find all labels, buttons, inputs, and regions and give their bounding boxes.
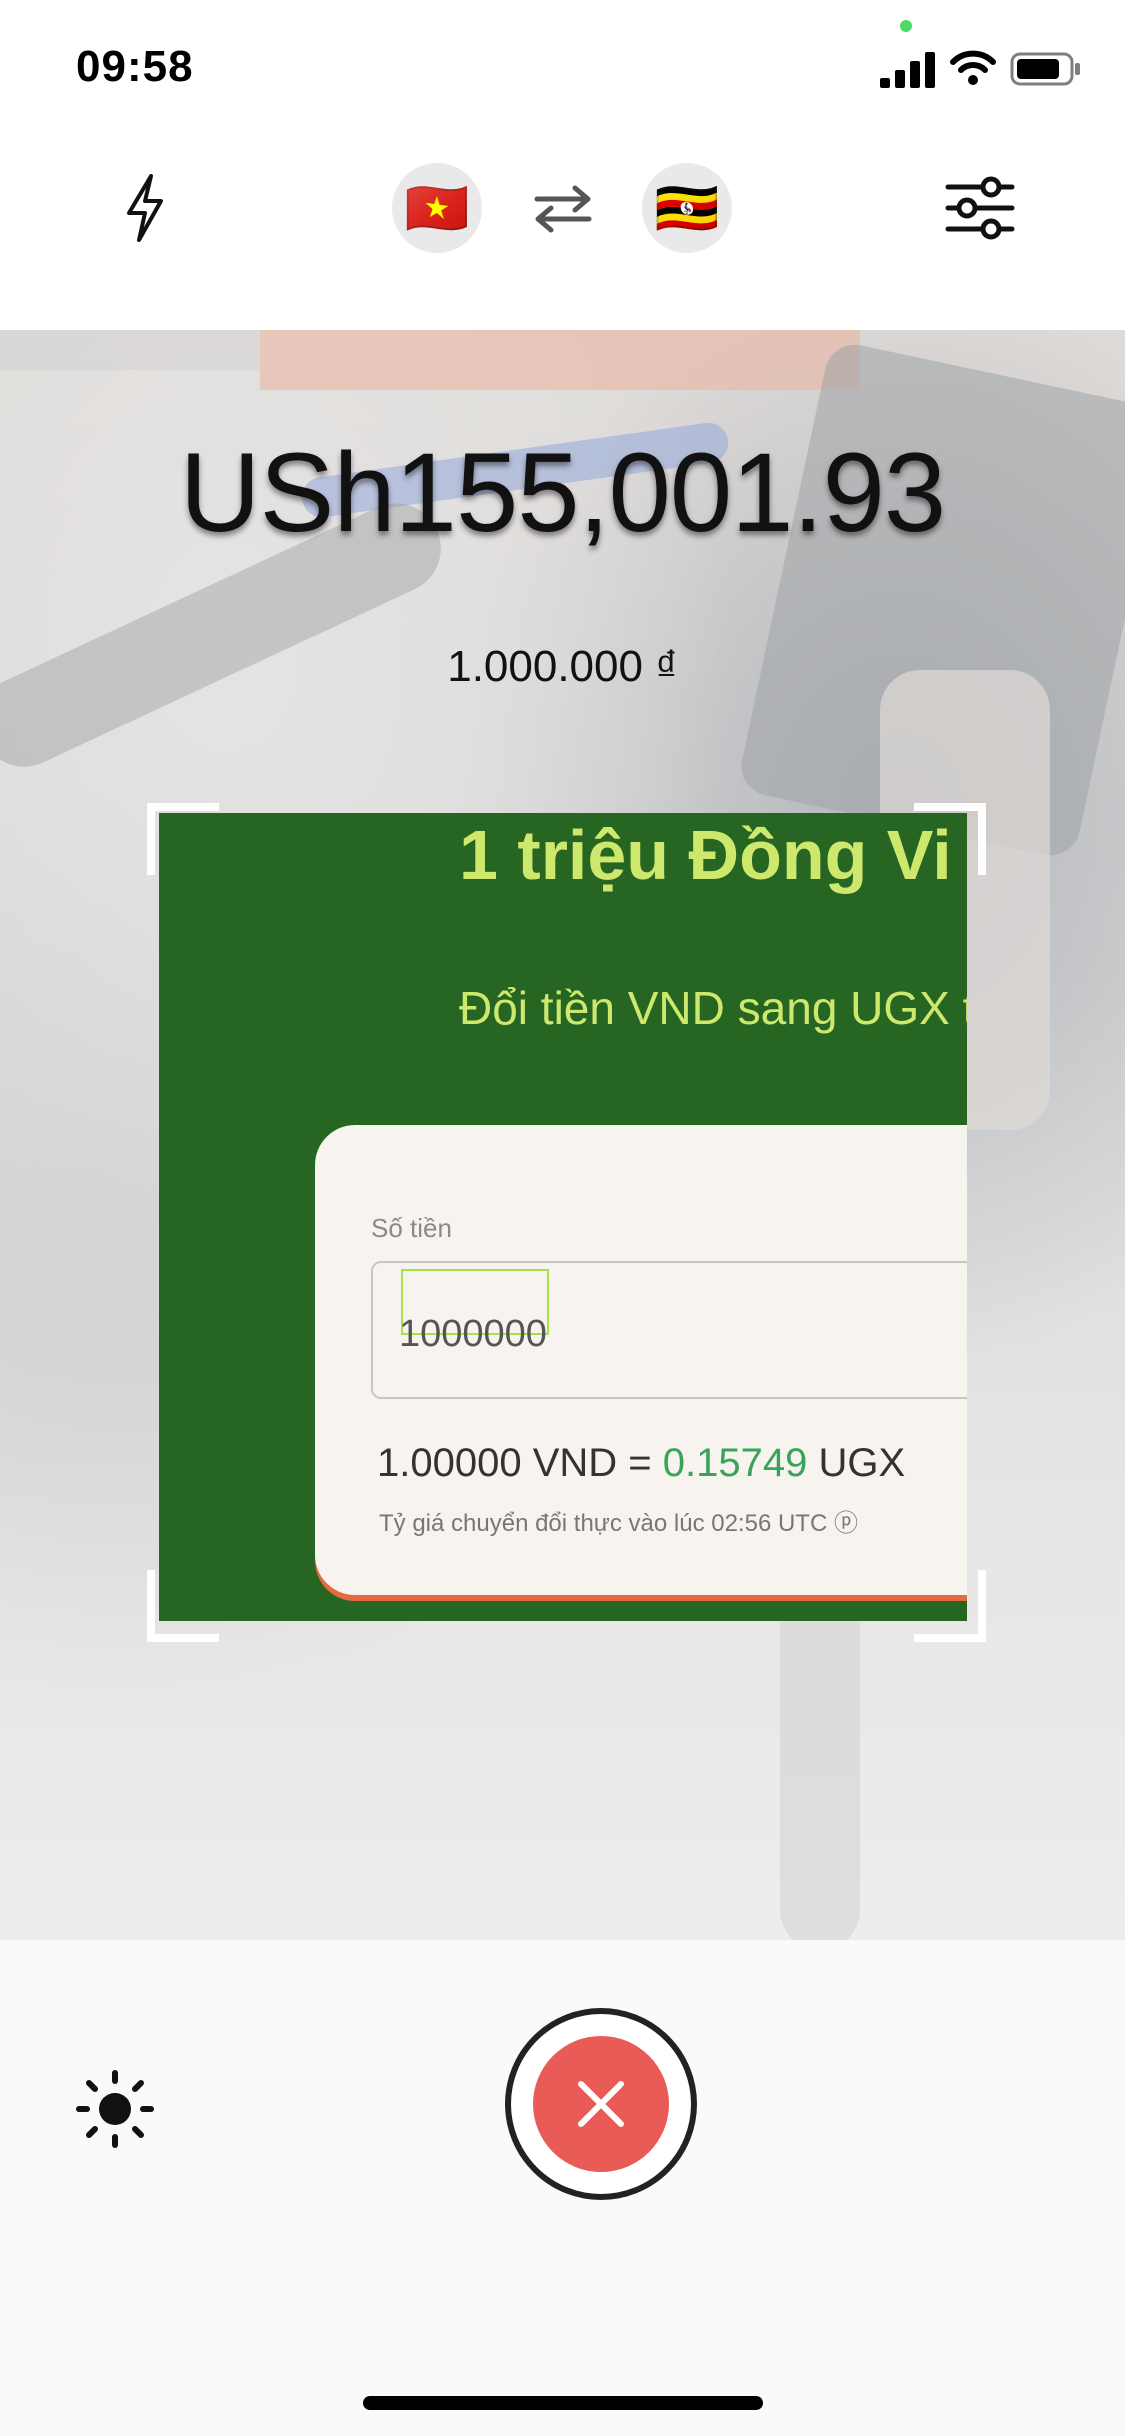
lightning-bolt-icon — [127, 174, 163, 242]
home-indicator — [363, 2396, 763, 2410]
status-bar: 09:58 — [0, 0, 1125, 130]
sun-icon — [76, 2070, 154, 2148]
scan-region: 1 triệu Đồng Vi Đổi tiền VND sang UGX t … — [159, 813, 967, 1621]
scan-corner-top-left — [147, 803, 219, 875]
status-time: 09:58 — [76, 42, 194, 91]
scan-corner-bottom-left — [147, 1570, 219, 1642]
stop-scan-button[interactable] — [505, 2008, 697, 2200]
rate-suffix: UGX — [807, 1441, 906, 1485]
wifi-icon — [950, 50, 996, 85]
uganda-flag-icon: 🇺🇬 — [654, 179, 720, 238]
source-amount: 1.000.000 ₫ — [447, 642, 678, 691]
rate-prefix: 1.00000 VND = — [377, 1441, 663, 1485]
close-x-icon — [578, 2081, 624, 2127]
brightness-button[interactable] — [70, 2064, 160, 2154]
scanned-card: Số tiền 1000000 1.00000 VND = 0.15749 UG… — [315, 1125, 967, 1595]
scan-corner-bottom-right — [914, 1570, 986, 1642]
stop-scan-inner[interactable] — [533, 2036, 669, 2172]
flash-toggle-button[interactable] — [110, 168, 180, 248]
vietnam-flag-icon: 🇻🇳 — [404, 179, 470, 238]
scanned-field-label: Số tiền — [371, 1213, 452, 1243]
scanned-heading: 1 triệu Đồng Vi — [459, 816, 952, 894]
to-currency-flag[interactable]: 🇺🇬 — [642, 163, 732, 253]
from-currency-flag[interactable]: 🇻🇳 — [392, 163, 482, 253]
sliders-icon — [945, 176, 1015, 240]
scanned-rate-note: Tỷ giá chuyển đổi thực vào lúc 02:56 UTC… — [379, 1510, 858, 1537]
swap-arrows-icon — [534, 185, 592, 233]
signal-icon — [880, 52, 935, 88]
camera-indicator-dot — [900, 20, 912, 32]
scanned-subheading: Đổi tiền VND sang UGX t — [459, 982, 967, 1034]
converted-amount: USh155,001.93 — [179, 430, 946, 555]
scanned-rate-line: 1.00000 VND = 0.15749 UGX — [377, 1441, 905, 1486]
swap-currencies-button[interactable] — [528, 180, 598, 236]
scanned-amount-field: 1000000 — [371, 1261, 967, 1399]
scanned-field-value: 1000000 — [399, 1313, 547, 1355]
rate-value: 0.15749 — [662, 1441, 808, 1485]
settings-button[interactable] — [940, 170, 1020, 246]
battery-icon — [1010, 52, 1080, 86]
scan-corner-top-right — [914, 803, 986, 875]
